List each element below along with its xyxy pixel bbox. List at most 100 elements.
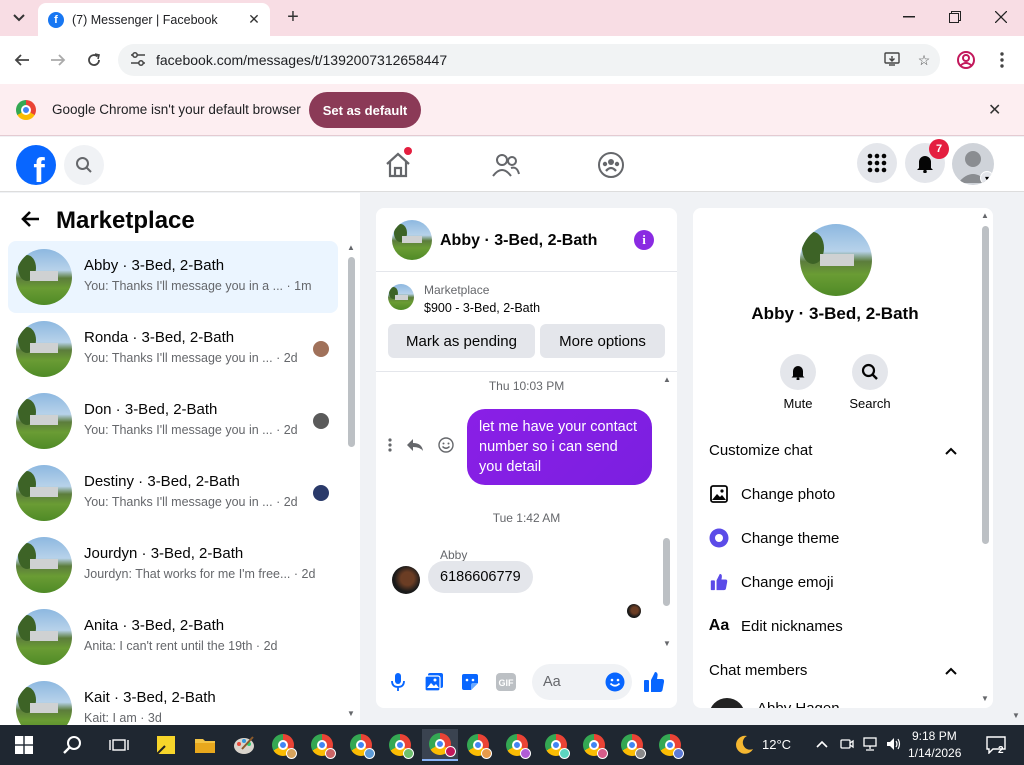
site-info-icon[interactable]	[130, 51, 150, 69]
more-dots-icon[interactable]	[388, 438, 392, 455]
chrome-taskbar-icon[interactable]	[501, 729, 533, 761]
thumbs-up-emoji-icon	[709, 572, 729, 592]
search-in-conversation-button[interactable]: Search	[840, 354, 900, 411]
change-photo-item[interactable]: Change photo	[709, 484, 835, 504]
photo-attach-icon[interactable]	[422, 670, 446, 694]
windows-start-icon[interactable]	[8, 729, 40, 761]
member-avatar[interactable]	[709, 698, 745, 708]
profile-icon[interactable]	[954, 48, 978, 72]
install-app-icon[interactable]	[876, 51, 908, 69]
outgoing-message-bubble[interactable]: let me have your contact number so i can…	[467, 409, 652, 485]
fb-search-icon[interactable]	[64, 145, 104, 185]
paint-icon[interactable]	[228, 729, 260, 761]
tab-close-icon[interactable]: ✕	[244, 10, 264, 30]
browser-tab[interactable]: f (7) Messenger | Facebook ✕	[38, 3, 270, 36]
thread-scrollbar[interactable]	[663, 538, 670, 606]
chrome-taskbar-icon[interactable]	[654, 729, 686, 761]
info-scroll-down-icon[interactable]: ▼	[981, 694, 989, 703]
mute-button[interactable]: Mute	[768, 354, 828, 411]
change-theme-item[interactable]: Change theme	[709, 528, 839, 548]
edit-nicknames-item[interactable]: Aa Edit nicknames	[709, 616, 843, 636]
conversation-item[interactable]: Don · 3-Bed, 2-Bath You: Thanks I'll mes…	[8, 385, 338, 457]
chrome-taskbar-icon[interactable]	[540, 729, 572, 761]
chrome-taskbar-icon[interactable]	[578, 729, 610, 761]
meet-now-icon[interactable]	[840, 737, 854, 754]
change-emoji-item[interactable]: Change emoji	[709, 572, 834, 592]
reply-icon[interactable]	[406, 438, 424, 455]
groups-icon[interactable]	[591, 147, 631, 183]
conversation-item[interactable]: Anita · 3-Bed, 2-Bath Anita: I can't ren…	[8, 601, 338, 673]
action-center-icon[interactable]: 2	[980, 729, 1012, 761]
listing-price[interactable]: $900 - 3-Bed, 2-Bath	[424, 301, 540, 315]
collapse-chevron-icon[interactable]	[945, 664, 957, 678]
sender-avatar[interactable]	[392, 566, 420, 594]
tray-expand-chevron-icon[interactable]	[816, 737, 828, 751]
account-avatar[interactable]: ▾	[952, 143, 994, 185]
infobar-close-icon[interactable]: ✕	[988, 100, 1001, 120]
info-scroll-up-icon[interactable]: ▲	[981, 211, 989, 220]
set-as-default-button[interactable]: Set as default	[309, 92, 421, 128]
conversation-item[interactable]: Ronda · 3-Bed, 2-Bath You: Thanks I'll m…	[8, 313, 338, 385]
collapse-chevron-icon[interactable]	[945, 444, 957, 458]
member-name[interactable]: Abby Hagen	[757, 700, 840, 708]
facebook-logo-icon[interactable]: f	[16, 145, 56, 185]
microphone-icon[interactable]	[386, 670, 410, 694]
restore-icon[interactable]	[932, 0, 978, 34]
file-explorer-icon[interactable]	[189, 729, 221, 761]
sticker-icon[interactable]	[458, 670, 482, 694]
page-scroll-down-icon[interactable]: ▼	[1012, 711, 1020, 720]
chrome-menu-icon[interactable]	[990, 48, 1014, 72]
reload-icon[interactable]	[82, 48, 106, 72]
chrome-taskbar-icon[interactable]	[462, 729, 494, 761]
conversation-list-scrollbar[interactable]	[348, 257, 355, 447]
chrome-taskbar-icon[interactable]	[267, 729, 299, 761]
tab-search-chevron-icon[interactable]	[8, 7, 30, 29]
chat-members-heading[interactable]: Chat members	[709, 662, 807, 679]
thread-scroll-down-icon[interactable]: ▼	[663, 639, 671, 648]
gif-icon[interactable]: GIF	[494, 670, 518, 694]
back-icon[interactable]	[10, 48, 34, 72]
chrome-taskbar-icon-active[interactable]	[422, 729, 458, 761]
new-tab-icon[interactable]: +	[282, 6, 304, 28]
weather-temperature[interactable]: 12°C	[762, 737, 791, 752]
bookmark-star-icon[interactable]: ☆	[908, 52, 940, 69]
thread-scroll-up-icon[interactable]: ▲	[663, 375, 671, 384]
chat-title[interactable]: Abby · 3-Bed, 2-Bath	[440, 232, 597, 250]
mark-as-pending-button[interactable]: Mark as pending	[388, 324, 535, 358]
search-taskbar-icon[interactable]	[56, 729, 88, 761]
info-panel-scrollbar[interactable]	[982, 226, 989, 544]
incoming-message-bubble[interactable]: 6186606779	[428, 561, 533, 593]
network-icon[interactable]	[862, 737, 878, 754]
thumbs-up-icon[interactable]	[642, 670, 666, 694]
minimize-icon[interactable]	[886, 0, 932, 34]
react-emoji-icon[interactable]	[438, 437, 454, 456]
conversation-item[interactable]: Destiny · 3-Bed, 2-Bath You: Thanks I'll…	[8, 457, 338, 529]
address-bar[interactable]: facebook.com/messages/t/1392007312658447…	[118, 44, 940, 76]
scroll-down-arrow-icon[interactable]: ▼	[347, 709, 355, 718]
more-options-button[interactable]: More options	[540, 324, 665, 358]
scroll-up-arrow-icon[interactable]: ▲	[347, 243, 355, 252]
close-window-icon[interactable]	[978, 0, 1024, 34]
chrome-taskbar-icon[interactable]	[384, 729, 416, 761]
friends-icon[interactable]	[486, 147, 526, 183]
edit-nicknames-label: Edit nicknames	[741, 617, 843, 635]
chrome-taskbar-icon[interactable]	[345, 729, 377, 761]
conversation-item[interactable]: Abby · 3-Bed, 2-Bath You: Thanks I'll me…	[8, 241, 338, 313]
volume-icon[interactable]	[886, 737, 902, 754]
weather-moon-icon[interactable]	[728, 729, 760, 761]
chrome-taskbar-icon[interactable]	[306, 729, 338, 761]
task-view-icon[interactable]	[103, 729, 135, 761]
home-icon[interactable]	[378, 147, 418, 183]
conversation-item[interactable]: Jourdyn · 3-Bed, 2-Bath Jourdyn: That wo…	[8, 529, 338, 601]
forward-icon[interactable]	[46, 48, 70, 72]
menu-grid-icon[interactable]	[857, 143, 897, 183]
emoji-icon[interactable]	[603, 670, 627, 694]
chrome-taskbar-icon[interactable]	[616, 729, 648, 761]
conversation-info-icon[interactable]: i	[634, 230, 654, 250]
sticky-notes-icon[interactable]	[150, 729, 182, 761]
clock-time[interactable]: 9:18 PM	[912, 729, 957, 743]
back-arrow-icon[interactable]	[20, 208, 48, 234]
customize-chat-heading[interactable]: Customize chat	[709, 442, 812, 459]
clock-date[interactable]: 1/14/2026	[908, 746, 961, 760]
account-chevron-icon[interactable]: ▾	[980, 171, 994, 185]
